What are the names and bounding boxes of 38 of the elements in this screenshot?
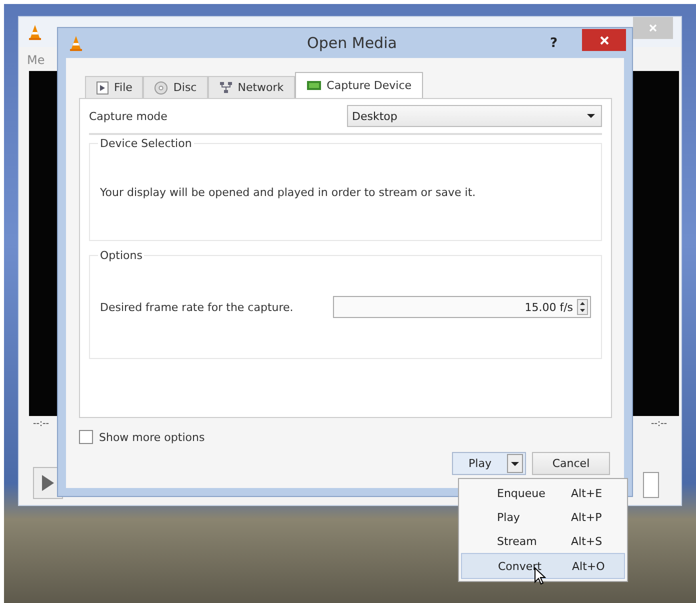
group-title: Device Selection [98, 137, 194, 150]
menu-item[interactable]: Play Alt+P [461, 505, 625, 529]
menu-item[interactable]: Stream Alt+S [461, 529, 625, 553]
checkbox-label: Show more options [99, 430, 205, 444]
tab[interactable]: File [85, 76, 144, 98]
close-button[interactable] [582, 29, 626, 51]
field-label: Capture mode [89, 110, 168, 122]
field-label: Desired frame rate for the capture. [100, 300, 294, 314]
spinbox-value: 15.00 f/s [524, 300, 573, 314]
description-text: Your display will be opened and played in order to stream or save it. [100, 186, 476, 198]
close-icon [598, 34, 610, 46]
window-title: Open Media [306, 34, 398, 52]
checkbox[interactable] [79, 430, 93, 444]
help-button[interactable]: ? [550, 36, 574, 50]
tab[interactable]: Network [208, 76, 295, 98]
network-icon [218, 81, 233, 94]
dropdown-value: Desktop [352, 110, 398, 122]
dropdown-arrow-icon [587, 114, 595, 118]
monitor-icon [306, 79, 322, 92]
tab[interactable]: Capture Device [294, 72, 423, 98]
group-title: Options [98, 249, 144, 262]
file-icon [96, 80, 109, 94]
play-split-button[interactable]: Play [452, 452, 526, 475]
disc-icon [154, 80, 168, 94]
frame-rate-spinbox[interactable]: 15.00 f/s [333, 296, 591, 318]
menu-item[interactable]: Enqueue Alt+E [461, 481, 625, 505]
menu-item[interactable]: Convert Alt+O [461, 553, 625, 579]
traffic-cone-icon [68, 35, 84, 51]
volume-button[interactable] [643, 472, 659, 498]
spin-arrows-icon[interactable] [577, 299, 588, 315]
cancel-button[interactable]: Cancel [532, 452, 610, 475]
traffic-cone-icon [27, 24, 43, 40]
tab[interactable]: Disc [143, 76, 208, 98]
close-icon [647, 22, 659, 34]
total-time: --:-- [650, 419, 667, 431]
dropdown-arrow-icon[interactable] [511, 462, 519, 466]
capture-mode-dropdown[interactable]: Desktop [347, 105, 602, 127]
elapsed-time: --:-- [33, 419, 50, 431]
